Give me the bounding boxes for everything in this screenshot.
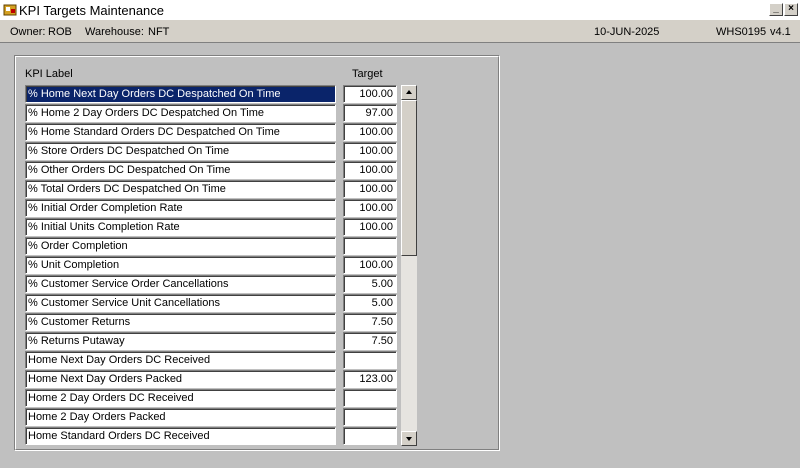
form-version: v4.1 [770,26,791,38]
arrow-up-icon [406,90,412,94]
info-bar: Owner: ROB Warehouse: NFT 10-JUN-2025 WH… [0,21,800,43]
kpi-label-field[interactable]: % Store Orders DC Despatched On Time [25,142,336,160]
scroll-up-button[interactable] [401,85,417,100]
table-row[interactable]: % Total Orders DC Despatched On Time 100.… [25,180,425,199]
kpi-label-field[interactable]: Home Next Day Orders Packed [25,370,336,388]
kpi-label-field[interactable]: % Customer Returns [25,313,336,331]
column-header-kpi-label: KPI Label [25,68,73,80]
table-row[interactable]: % Other Orders DC Despatched On Time 100.… [25,161,425,180]
table-row[interactable]: % Customer Returns 7.50 [25,313,425,332]
title-bar[interactable]: KPI Targets Maintenance _ × [0,0,800,21]
current-date: 10-JUN-2025 [594,26,660,38]
kpi-target-field[interactable]: 123.00 [343,370,397,388]
kpi-label-field[interactable]: % Order Completion [25,237,336,255]
kpi-target-field[interactable]: 100.00 [343,161,397,179]
kpi-label-field[interactable]: % Customer Service Order Cancellations [25,275,336,293]
kpi-label-field[interactable]: Home Next Day Orders DC Received [25,351,336,369]
table-row[interactable]: % Initial Units Completion Rate 100.00 [25,218,425,237]
kpi-target-field[interactable] [343,427,397,445]
kpi-label-field[interactable]: % Home 2 Day Orders DC Despatched On Tim… [25,104,336,122]
kpi-target-field[interactable]: 100.00 [343,85,397,103]
table-row[interactable]: Home Next Day Orders Packed 123.00 [25,370,425,389]
minimize-button[interactable]: _ [769,3,783,16]
close-button[interactable]: × [784,3,798,16]
owner-label: Owner: [10,26,46,38]
table-row[interactable]: % Customer Service Unit Cancellations 5.0… [25,294,425,313]
scroll-thumb[interactable] [401,100,417,256]
kpi-target-field[interactable]: 100.00 [343,199,397,217]
table-row[interactable]: % Returns Putaway 7.50 [25,332,425,351]
kpi-label-field[interactable]: % Other Orders DC Despatched On Time [25,161,336,179]
kpi-target-field[interactable]: 100.00 [343,123,397,141]
vertical-scrollbar[interactable] [401,85,417,446]
kpi-target-field[interactable] [343,408,397,426]
kpi-target-field[interactable]: 5.00 [343,294,397,312]
arrow-down-icon [406,437,412,441]
kpi-label-field[interactable]: Home 2 Day Orders DC Received [25,389,336,407]
warehouse-label: Warehouse: [85,26,144,38]
kpi-label-field[interactable]: % Home Standard Orders DC Despatched On … [25,123,336,141]
kpi-target-field[interactable] [343,237,397,255]
table-row[interactable]: Home Standard Orders DC Received [25,427,425,446]
kpi-target-field[interactable] [343,389,397,407]
table-row[interactable]: % Store Orders DC Despatched On Time 100.… [25,142,425,161]
kpi-table: % Home Next Day Orders DC Despatched On … [25,85,425,446]
app-icon [3,4,17,16]
kpi-target-field[interactable]: 7.50 [343,313,397,331]
form-id: WHS0195 [716,26,767,38]
scroll-down-button[interactable] [401,431,417,446]
table-row[interactable]: % Unit Completion 100.00 [25,256,425,275]
kpi-target-field[interactable]: 7.50 [343,332,397,350]
kpi-label-field[interactable]: % Returns Putaway [25,332,336,350]
kpi-label-field[interactable]: % Initial Order Completion Rate [25,199,336,217]
kpi-label-field[interactable]: % Home Next Day Orders DC Despatched On … [25,85,336,103]
table-row[interactable]: Home 2 Day Orders Packed [25,408,425,427]
table-row[interactable]: % Home Next Day Orders DC Despatched On … [25,85,425,104]
kpi-label-field[interactable]: Home Standard Orders DC Received [25,427,336,445]
column-header-target: Target [352,68,383,80]
kpi-target-field[interactable]: 100.00 [343,142,397,160]
table-row[interactable]: % Home Standard Orders DC Despatched On … [25,123,425,142]
table-row[interactable]: % Order Completion [25,237,425,256]
kpi-label-field[interactable]: % Customer Service Unit Cancellations [25,294,336,312]
kpi-label-field[interactable]: Home 2 Day Orders Packed [25,408,336,426]
kpi-target-field[interactable]: 100.00 [343,218,397,236]
owner-value: ROB [48,26,72,38]
table-row[interactable]: Home Next Day Orders DC Received [25,351,425,370]
table-row[interactable]: Home 2 Day Orders DC Received [25,389,425,408]
warehouse-value: NFT [148,26,170,38]
table-row[interactable]: % Initial Order Completion Rate 100.00 [25,199,425,218]
kpi-label-field[interactable]: % Unit Completion [25,256,336,274]
kpi-target-field[interactable] [343,351,397,369]
kpi-label-field[interactable]: % Initial Units Completion Rate [25,218,336,236]
table-row[interactable]: % Customer Service Order Cancellations 5.… [25,275,425,294]
kpi-target-field[interactable]: 100.00 [343,180,397,198]
kpi-target-field[interactable]: 100.00 [343,256,397,274]
kpi-targets-panel: KPI Label Target % Home Next Day Orders … [14,55,500,451]
kpi-target-field[interactable]: 97.00 [343,104,397,122]
table-row[interactable]: % Home 2 Day Orders DC Despatched On Tim… [25,104,425,123]
kpi-target-field[interactable]: 5.00 [343,275,397,293]
window-title: KPI Targets Maintenance [19,3,165,18]
kpi-label-field[interactable]: % Total Orders DC Despatched On Time [25,180,336,198]
